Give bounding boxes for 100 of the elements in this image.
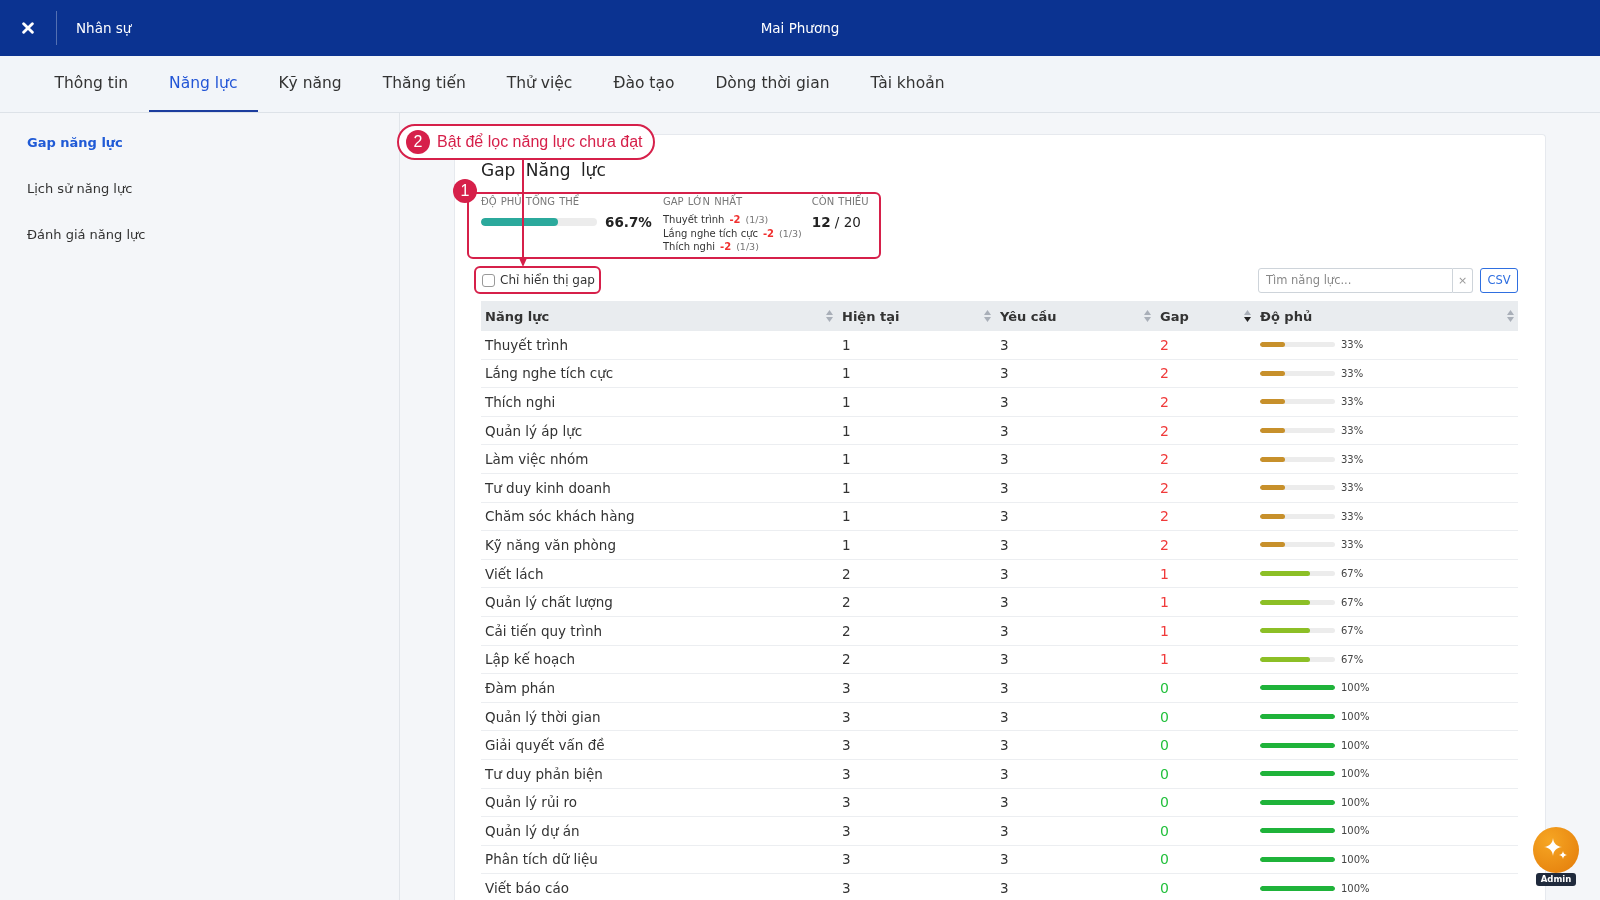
percent-text: 33%: [1341, 482, 1364, 494]
table-cell-text: Làm việc nhóm: [484, 451, 590, 468]
table-cell-text: 3: [999, 508, 1010, 525]
ratio-text: (1/3): [779, 226, 802, 240]
percent-text: 33%: [1341, 539, 1364, 551]
export-button[interactable]: CSV: [1480, 267, 1518, 293]
table-cell-text: 3: [999, 394, 1010, 410]
table-cell-text: Thuyết trình: [484, 336, 569, 353]
table-cell-text: 1: [841, 479, 852, 496]
column-header[interactable]: Hiện tại: [837, 301, 995, 331]
table-cell-text: Kỹ năng văn phòng: [484, 536, 617, 553]
table-cell-text: Đàm phán: [484, 679, 557, 696]
table-cell-text: Phân tích dữ liệu: [484, 851, 599, 868]
table-cell-text: 3: [999, 651, 1010, 668]
table-cell-text: Giải quyết vấn đề: [484, 737, 606, 754]
table-cell-text: 3: [841, 851, 852, 868]
table-cell-text: 2: [841, 651, 852, 668]
table-cell-text: Chăm sóc khách hàng: [484, 508, 636, 525]
percent-text: 67%: [1341, 596, 1364, 608]
table-cell-text: 3: [999, 336, 1010, 353]
table-cell-text: 1: [841, 336, 852, 353]
table-cell-text: 2: [1159, 479, 1170, 496]
shortfall-count: 12 / 20: [811, 214, 861, 230]
search-field[interactable]: Tìm năng lực...: [1258, 267, 1453, 293]
step-number-badge: 2: [406, 130, 430, 154]
table-cell-text: 1: [1159, 594, 1170, 611]
table-cell-text: 3: [999, 851, 1010, 868]
percent-text: 100%: [1341, 768, 1370, 780]
table-cell-text: 0: [1159, 737, 1170, 754]
table-cell-text: 2: [841, 565, 852, 582]
tab[interactable]: Kỹ năng: [257, 56, 363, 112]
tab[interactable]: Đào tạo: [592, 56, 695, 112]
table-cell-text: 2: [841, 594, 852, 611]
table-cell-text: 1: [841, 508, 852, 525]
table-cell-text: 2: [1159, 451, 1170, 468]
percent-text: 100%: [1341, 825, 1370, 837]
gap-value: -2: [762, 226, 775, 240]
window-title: Mai Phương: [760, 20, 840, 36]
percent-text: 67%: [1341, 653, 1364, 665]
table-cell-text: 3: [841, 679, 852, 696]
table-cell-text: 3: [841, 737, 852, 754]
table-cell-text: 0: [1159, 708, 1170, 725]
stat-label: CÒN THIẾU: [811, 196, 869, 208]
table-cell-text: 2: [1159, 536, 1170, 553]
column-header[interactable]: Yêu cầu: [995, 301, 1155, 331]
tab[interactable]: Năng lực: [148, 56, 258, 112]
skill-name: Lắng nghe tích cực: [663, 226, 758, 240]
table-cell-text: Tư duy kinh doanh: [484, 479, 612, 496]
table-cell-text: 1: [1159, 651, 1170, 668]
gap-value: -2: [729, 213, 741, 227]
table-cell-text: 1: [841, 422, 852, 439]
percent-text: 100%: [1341, 796, 1370, 808]
percent-text: 33%: [1341, 396, 1364, 408]
tab[interactable]: Thông tin: [34, 56, 149, 112]
table-cell-text: 3: [999, 622, 1010, 639]
coverage-value: 66.7%: [605, 214, 652, 230]
table-cell-text: 2: [1159, 336, 1170, 353]
assistant-button[interactable]: Admin: [1533, 827, 1579, 886]
table-cell-text: Quản lý dự án: [484, 822, 581, 839]
ratio-text: (1/3): [736, 240, 759, 254]
tab[interactable]: Thăng tiến: [362, 56, 487, 112]
table-cell-text: 3: [999, 365, 1010, 382]
sidebar-item[interactable]: Lịch sử năng lực: [0, 166, 160, 212]
section-label: Nhân sự: [76, 20, 132, 36]
percent-text: 100%: [1341, 882, 1370, 894]
table-cell-text: 1: [1159, 565, 1170, 582]
sidebar-item[interactable]: Gap năng lực: [0, 120, 150, 166]
table-cell-text: 3: [999, 594, 1010, 611]
table-cell-text: Cải tiến quy trình: [484, 622, 604, 639]
table-cell-text: 3: [999, 822, 1010, 839]
table-cell-text: 1: [841, 394, 852, 410]
stat-label: ĐỘ PHỦ TỔNG THỂ: [481, 196, 580, 208]
table-cell-text: 3: [999, 422, 1010, 439]
table-cell-text: Lập kế hoạch: [484, 651, 577, 668]
table-cell-text: 0: [1159, 822, 1170, 839]
checkbox-label[interactable]: Chỉ hiển thị gap: [500, 273, 595, 287]
table-cell-text: 3: [841, 822, 852, 839]
sidebar-item[interactable]: Đánh giá năng lực: [0, 212, 173, 258]
table-cell-text: 1: [1159, 622, 1170, 639]
table-cell-text: 1: [841, 536, 852, 553]
table-cell-text: Viết báo cáo: [484, 880, 570, 897]
table-cell-text: Tư duy phản biện: [484, 765, 604, 782]
callout-text: Bật để lọc năng lực chưa đạt: [437, 133, 643, 151]
stat-label: GAP LỚN NHẤT: [663, 196, 743, 208]
checkbox[interactable]: [482, 273, 495, 287]
tab[interactable]: Thử việc: [486, 56, 593, 112]
table-cell-text: 3: [999, 479, 1010, 496]
column-header[interactable]: Gap: [1155, 301, 1255, 331]
table-cell-text: 3: [841, 765, 852, 782]
close-icon: [21, 22, 34, 34]
tab[interactable]: Tài khoản: [849, 56, 965, 112]
column-header[interactable]: Độ phủ: [1255, 301, 1518, 331]
table-cell-text: Quản lý áp lực: [484, 422, 584, 439]
section-title: Gap Năng lực: [481, 159, 606, 182]
tab[interactable]: Dòng thời gian: [694, 56, 850, 112]
percent-text: 33%: [1341, 425, 1364, 437]
table-cell-text: 0: [1159, 765, 1170, 782]
table-cell-text: Thích nghi: [484, 394, 557, 410]
skill-name: Thuyết trình: [663, 213, 725, 227]
column-header[interactable]: Năng lực: [481, 301, 837, 331]
